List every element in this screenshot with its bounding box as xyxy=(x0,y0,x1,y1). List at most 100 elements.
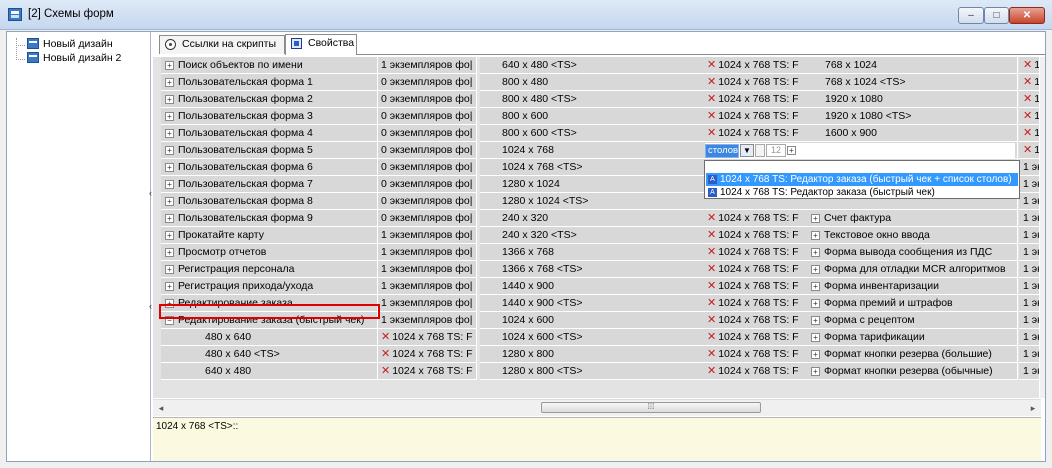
expand-icon[interactable]: + xyxy=(165,265,174,274)
name-cell[interactable]: + Пользовательская форма 7 xyxy=(161,176,378,193)
table-row[interactable]: + Регистрация прихода/ухода 1 экземпляров … xyxy=(153,278,1039,295)
tree-item-design-1[interactable]: Новый дизайн xyxy=(27,37,113,51)
name-cell[interactable]: + Поиск объектов по имени xyxy=(161,57,378,74)
value-cell[interactable]: 800 x 480 xyxy=(480,74,721,91)
value-cell[interactable]: 1600 x 900 xyxy=(807,125,1018,142)
expand-icon[interactable]: + xyxy=(787,146,796,155)
expand-icon[interactable]: + xyxy=(165,248,174,257)
dropdown-item[interactable]: A 1024 x 768 TS: Редактор заказа (быстрый… xyxy=(706,186,1018,199)
value-cell[interactable]: ✕1 xyxy=(1019,57,1039,74)
value-cell[interactable]: ✕1024 x 768 TS: F xyxy=(705,261,808,278)
name-cell[interactable]: + Пользовательская форма 3 xyxy=(161,108,378,125)
value-cell[interactable]: 1 эк xyxy=(1019,210,1039,227)
value-cell[interactable]: + Форма вывода сообщения из ПДС xyxy=(807,244,1018,261)
value-cell[interactable]: 1280 x 1024 <TS> xyxy=(480,193,721,210)
value-cell[interactable]: ✕1024 x 768 TS: F xyxy=(378,346,477,363)
table-row[interactable]: + Пользовательская форма 9 0 экземпляров ф… xyxy=(153,210,1039,227)
table-row[interactable]: 480 x 640 ✕ 1024 x 768 TS: F 1024 x 600 <TS… xyxy=(153,329,1039,346)
expand-icon[interactable]: + xyxy=(811,350,820,359)
value-cell[interactable]: ✕1024 x 768 TS: F xyxy=(705,278,808,295)
value-cell[interactable]: 0 экземпляров фо| xyxy=(378,125,477,142)
name-cell[interactable]: 480 x 640 xyxy=(161,329,378,346)
value-cell[interactable]: ✕1024 x 768 TS: F xyxy=(378,363,477,380)
value-cell[interactable]: ✕1024 x 768 TS: F xyxy=(705,74,808,91)
value-cell[interactable]: 0 экземпляров фо| xyxy=(378,210,477,227)
table-row[interactable]: + Регистрация персонала 1 экземпляров фо| 1… xyxy=(153,261,1039,278)
value-cell[interactable]: 0 экземпляров фо| xyxy=(378,108,477,125)
expand-icon[interactable]: + xyxy=(165,282,174,291)
value-cell[interactable]: ✕1024 x 768 TS: F xyxy=(705,227,808,244)
table-row[interactable]: + Пользовательская форма 3 0 экземпляров ф… xyxy=(153,108,1039,125)
value-cell[interactable]: 1 эк xyxy=(1019,176,1039,193)
expand-icon[interactable]: + xyxy=(165,129,174,138)
tree-item-design-2[interactable]: Новый дизайн 2 xyxy=(27,51,121,65)
value-cell[interactable]: 1 эк xyxy=(1019,278,1039,295)
expand-icon[interactable]: + xyxy=(811,282,820,291)
value-cell[interactable]: 1 эк xyxy=(1019,244,1039,261)
name-cell[interactable]: + Пользовательская форма 6 xyxy=(161,159,378,176)
expand-icon[interactable]: + xyxy=(165,163,174,172)
value-cell[interactable]: + Форма инвентаризации xyxy=(807,278,1018,295)
scroll-right-icon[interactable]: ▸ xyxy=(1025,400,1041,416)
value-cell[interactable]: + Форма для отладки MCR алгоритмов xyxy=(807,261,1018,278)
value-cell[interactable]: ✕1024 x 768 TS: F xyxy=(705,210,808,227)
value-cell[interactable]: 1 эк xyxy=(1019,329,1039,346)
value-cell[interactable]: 0 экземпляров фо| xyxy=(378,193,477,210)
value-cell[interactable]: + Форма тарификации xyxy=(807,329,1018,346)
value-cell[interactable]: + Счет фактура xyxy=(807,210,1018,227)
value-cell[interactable]: 1366 x 768 xyxy=(480,244,721,261)
value-cell[interactable]: 0 экземпляров фо| xyxy=(378,74,477,91)
expand-icon[interactable]: + xyxy=(165,214,174,223)
value-cell[interactable]: 1 экземпляров фо| xyxy=(378,295,477,312)
value-cell[interactable]: 640 x 480 <TS> xyxy=(480,57,721,74)
dropdown-button[interactable]: ▼ xyxy=(740,144,754,157)
editor-number[interactable]: 12 xyxy=(766,144,786,157)
value-cell[interactable]: ✕1024 x 768 TS: F xyxy=(705,57,808,74)
value-cell[interactable]: 1 эк xyxy=(1019,295,1039,312)
value-cell[interactable]: ✕1 xyxy=(1019,108,1039,125)
value-cell[interactable]: 0 экземпляров фо| xyxy=(378,176,477,193)
value-cell[interactable]: ✕1 xyxy=(1019,125,1039,142)
maximize-button[interactable]: □ xyxy=(984,7,1009,24)
table-row[interactable]: + Пользовательская форма 1 0 экземпляров ф… xyxy=(153,74,1039,91)
value-cell[interactable]: + Формат кнопки резерва (обычные) xyxy=(807,363,1018,380)
scrollbar-thumb[interactable]: ⁞⁞⁞ xyxy=(541,402,761,413)
value-cell[interactable]: ✕1 xyxy=(1019,91,1039,108)
expand-icon[interactable]: + xyxy=(165,95,174,104)
table-row[interactable]: + Прокатайте карту 1 экземпляров фо| 240 x … xyxy=(153,227,1039,244)
tab-script-links[interactable]: Ссылки на скрипты xyxy=(159,35,285,54)
value-cell[interactable]: 1280 x 800 <TS> xyxy=(480,363,721,380)
name-cell[interactable]: + Пользовательская форма 5 xyxy=(161,142,378,159)
value-cell[interactable]: 240 x 320 xyxy=(480,210,721,227)
value-cell[interactable]: 1 экземпляров фо| xyxy=(378,57,477,74)
value-cell[interactable]: ✕1024 x 768 TS: F xyxy=(705,125,808,142)
value-cell[interactable]: 1280 x 1024 xyxy=(480,176,721,193)
value-cell[interactable]: 1 эк xyxy=(1019,193,1039,210)
value-cell[interactable]: + Формат кнопки резерва (большие) xyxy=(807,346,1018,363)
table-row[interactable]: + Просмотр отчетов 1 экземпляров фо| 1366 x… xyxy=(153,244,1039,261)
value-cell[interactable]: + Форма премий и штрафов xyxy=(807,295,1018,312)
value-cell[interactable]: 1 эк xyxy=(1019,159,1039,176)
value-cell[interactable]: 1024 x 768 xyxy=(480,142,721,159)
table-row[interactable]: 480 x 640 <TS> ✕ 1024 x 768 TS: F 1280 x 80… xyxy=(153,346,1039,363)
expand-icon[interactable]: + xyxy=(165,146,174,155)
value-cell[interactable]: ✕1 xyxy=(1019,74,1039,91)
minimize-button[interactable]: – xyxy=(958,7,984,24)
value-cell[interactable]: 1 эк xyxy=(1019,363,1039,380)
expand-icon[interactable]: + xyxy=(165,231,174,240)
value-cell[interactable]: ✕1024 x 768 TS: F xyxy=(378,329,477,346)
name-cell[interactable]: + Просмотр отчетов xyxy=(161,244,378,261)
value-cell[interactable]: 0 экземпляров фо| xyxy=(378,142,477,159)
value-cell[interactable]: ✕1024 x 768 TS: F xyxy=(705,108,808,125)
value-cell[interactable]: ✕1024 x 768 TS: F xyxy=(705,312,808,329)
value-cell[interactable]: 1 экземпляров фо| xyxy=(378,244,477,261)
expand-icon[interactable]: + xyxy=(811,248,820,257)
horizontal-scrollbar[interactable]: ◂ ⁞⁞⁞ ▸ xyxy=(153,399,1041,416)
value-cell[interactable]: ✕1024 x 768 TS: F xyxy=(705,295,808,312)
value-cell[interactable]: 1 экземпляров фо| xyxy=(378,278,477,295)
name-cell[interactable]: 480 x 640 <TS> xyxy=(161,346,378,363)
dropdown-list[interactable]: A 1024 x 768 TS: Редактор заказа (быстрый… xyxy=(704,160,1020,199)
table-row[interactable]: + Поиск объектов по имени 1 экземпляров фо… xyxy=(153,57,1039,74)
dropdown-item[interactable]: A 1024 x 768 TS: Редактор заказа (быстрый… xyxy=(706,173,1018,186)
inline-editor[interactable]: столов ▼ 12 + xyxy=(705,143,1015,159)
